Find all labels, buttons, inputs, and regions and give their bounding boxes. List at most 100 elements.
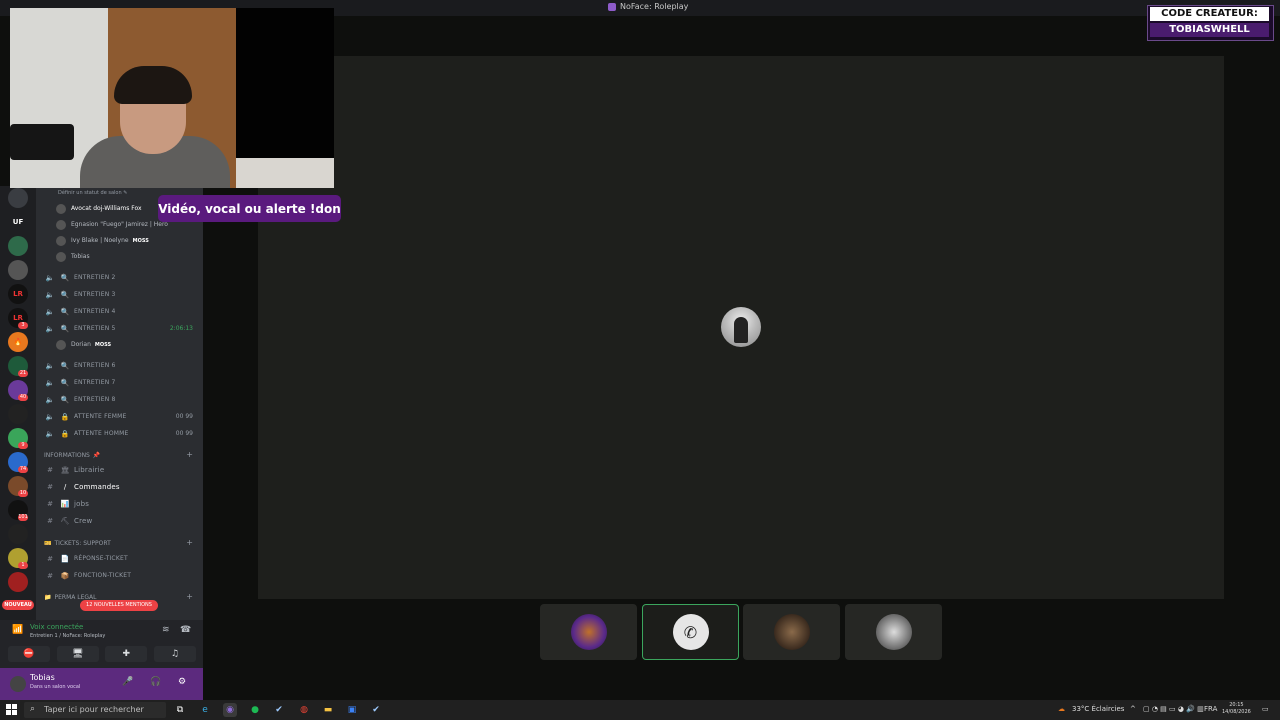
call-timer: 2:06:13 — [169, 325, 193, 332]
search-icon: 🔍 — [60, 307, 70, 316]
user-limit: 99 — [185, 430, 193, 437]
app-icon[interactable]: ▣ — [345, 703, 359, 717]
noise-suppression-icon[interactable]: ≋ — [162, 625, 170, 635]
participant-tile-selected[interactable]: ✆ — [642, 604, 739, 660]
add-channel-icon[interactable]: + — [186, 450, 193, 459]
file-explorer-icon[interactable]: ▬ — [321, 703, 335, 717]
text-channel-reponse-ticket[interactable]: # 📄 RÉPONSE-TICKET — [36, 551, 203, 566]
focused-user-avatar[interactable] — [721, 307, 761, 347]
chart-icon: 📊 — [60, 499, 70, 508]
user-panel: Tobias Dans un salon vocal 🎤 🎧 ⚙ — [0, 668, 203, 700]
voice-user[interactable]: Ivy Blake | Noelyne MOSS — [56, 233, 201, 248]
avatar[interactable] — [10, 676, 26, 692]
server-icon[interactable]: LR — [8, 284, 28, 304]
server-badge: 74 — [18, 466, 28, 473]
input-language[interactable]: FRA — [1204, 705, 1217, 713]
server-icon[interactable] — [8, 404, 28, 424]
server-icon[interactable] — [8, 572, 28, 592]
text-channel-commandes[interactable]: # / Commandes — [36, 479, 203, 494]
fire-server-icon[interactable]: 🔥 — [8, 332, 28, 352]
camera-button[interactable]: ⛔ — [8, 646, 50, 662]
edge-icon[interactable]: e — [198, 703, 212, 717]
voice-status-hint[interactable]: Définir un statut de salon ✎ — [58, 190, 127, 196]
search-icon: 🔍 — [60, 273, 70, 282]
gear-icon[interactable]: ⚙ — [178, 677, 186, 687]
voice-channel-entretien-4[interactable]: 🔈 🔍 ENTRETIEN 4 — [36, 304, 203, 319]
spotify-icon[interactable]: ● — [248, 703, 262, 717]
user-avatar — [56, 203, 66, 214]
donation-cta-banner: Vidéo, vocal ou alerte !don — [158, 195, 341, 222]
headphones-icon[interactable]: 🎧 — [150, 677, 161, 687]
weather-text[interactable]: 33°C Éclaircies — [1072, 705, 1124, 713]
category-informations[interactable]: INFORMATIONS 📌 — [44, 452, 100, 459]
task-view-icon[interactable]: ⧉ — [173, 703, 187, 717]
server-badge: 40 — [18, 394, 28, 401]
discord-icon[interactable]: ◉ — [223, 703, 237, 717]
voice-channel-attente-homme[interactable]: 🔈 🔒 ATTENTE HOMME 00 99 — [36, 426, 203, 441]
notification-icon[interactable]: ▭ — [1262, 705, 1269, 713]
weather-icon[interactable]: ☁ — [1058, 705, 1065, 713]
voice-channel-path[interactable]: Entretien 1 / NoFace: Roleplay — [30, 633, 105, 639]
lock-icon: 🔒 — [60, 412, 70, 421]
server-icon[interactable] — [8, 260, 28, 280]
text-channel-fonction-ticket[interactable]: # 📦 FONCTION-TICKET — [36, 568, 203, 583]
hash-icon: # — [47, 482, 53, 491]
text-channel-crew[interactable]: # ⛏ Crew — [36, 513, 203, 528]
steam-icon[interactable]: ✔ — [369, 703, 383, 717]
text-channel-librairie[interactable]: # 🏛 Librairie — [36, 462, 203, 477]
voice-channel-entretien-5[interactable]: 🔈 🔍 ENTRETIEN 5 2:06:13 — [36, 321, 203, 336]
server-icon[interactable] — [8, 524, 28, 544]
microphone-icon[interactable]: 🎤 — [122, 677, 133, 687]
speaker-icon: 🔈 — [45, 395, 55, 404]
voice-user[interactable]: Dorian MOSS — [56, 337, 201, 352]
windows-start-icon[interactable] — [6, 704, 17, 715]
new-mentions-pill[interactable]: 12 NOUVELLES MENTIONS — [80, 600, 158, 611]
screen-share-icon: 🖥 — [71, 649, 84, 659]
chrome-icon[interactable]: ◍ — [297, 703, 311, 717]
speaker-icon: 🔈 — [45, 412, 55, 421]
participant-tile[interactable] — [540, 604, 637, 660]
user-avatar — [56, 339, 66, 350]
participant-avatar — [570, 614, 607, 650]
webcam-overlay — [10, 8, 334, 188]
voice-channel-attente-femme[interactable]: 🔈 🔒 ATTENTE FEMME 00 99 — [36, 409, 203, 424]
steam-icon[interactable]: ✔ — [272, 703, 286, 717]
window-title: NoFace: Roleplay — [608, 2, 688, 11]
add-channel-icon[interactable]: + — [186, 592, 193, 601]
taskbar-clock[interactable]: 20:15 14/08/2026 — [1222, 702, 1251, 716]
voice-channel-entretien-3[interactable]: 🔈 🔍 ENTRETIEN 3 — [36, 287, 203, 302]
voice-channel-entretien-6[interactable]: 🔈 🔍 ENTRETIEN 6 — [36, 358, 203, 373]
text-channel-jobs[interactable]: # 📊 jobs — [36, 496, 203, 511]
tray-icons[interactable]: ▢ ◔ ▤ ▭ ◕ 🔊 ▥ — [1143, 705, 1204, 713]
user-name[interactable]: Tobias — [30, 673, 55, 682]
voice-channel-entretien-2[interactable]: 🔈 🔍 ENTRETIEN 2 — [36, 270, 203, 285]
new-unreads-pill[interactable]: NOUVEAU — [2, 600, 34, 610]
server-icon[interactable] — [8, 188, 28, 208]
app-icon — [608, 2, 616, 11]
participant-tile[interactable] — [845, 604, 942, 660]
voice-status[interactable]: Voix connectée — [30, 623, 83, 631]
voice-user[interactable]: Tobias — [56, 249, 201, 264]
soundboard-button[interactable]: ♫ — [153, 646, 196, 662]
participant-avatar — [773, 614, 810, 650]
taskbar-search[interactable]: ⌕ Taper ici pour rechercher — [24, 702, 166, 718]
chevron-up-icon[interactable]: ^ — [1130, 705, 1136, 713]
search-icon: 🔍 — [60, 290, 70, 299]
add-channel-icon[interactable]: + — [186, 538, 193, 547]
screen-share-button[interactable]: 🖥 — [56, 646, 99, 662]
server-badge: 10 — [18, 490, 28, 497]
category-tickets-support[interactable]: 🎫 TICKETS: SUPPORT — [44, 540, 111, 547]
box-icon: 📦 — [60, 571, 70, 580]
voice-channel-entretien-8[interactable]: 🔈 🔍 ENTRETIEN 8 — [36, 392, 203, 407]
participant-tile[interactable] — [743, 604, 840, 660]
voice-user-name: Egnasion "Fuego" Jamirez | Hero — [71, 221, 168, 228]
server-icon[interactable] — [8, 236, 28, 256]
speaker-icon: 🔈 — [45, 324, 55, 333]
speaker-icon: 🔈 — [45, 361, 55, 370]
window-title-text: NoFace: Roleplay — [620, 2, 689, 11]
disconnect-icon[interactable]: ☎ — [180, 625, 191, 635]
server-icon[interactable]: UF — [8, 212, 28, 232]
voice-channel-entretien-7[interactable]: 🔈 🔍 ENTRETIEN 7 — [36, 375, 203, 390]
activities-button[interactable]: ✚ — [105, 646, 148, 662]
user-limit: 99 — [185, 413, 193, 420]
